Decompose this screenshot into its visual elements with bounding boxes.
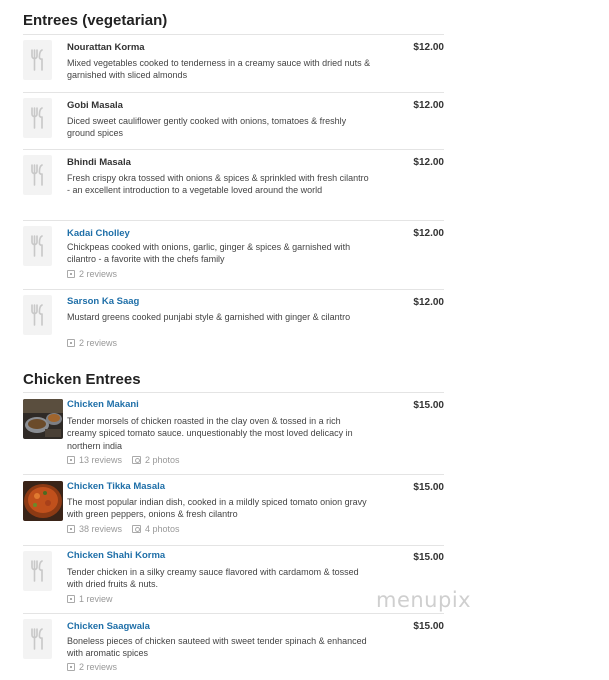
- item-name-link[interactable]: Chicken Shahi Korma: [67, 550, 165, 561]
- photos-link[interactable]: 4 photos: [132, 524, 180, 534]
- divider: [23, 289, 444, 290]
- item-price: $12.00: [413, 42, 444, 53]
- dish-photo[interactable]: [23, 399, 63, 439]
- item-price: $12.00: [413, 297, 444, 308]
- item-price: $15.00: [413, 621, 444, 632]
- watermark-logo: menupix: [376, 588, 472, 612]
- item-description: The most popular indian dish, cooked in …: [67, 497, 367, 520]
- divider: [23, 220, 444, 221]
- divider: [23, 613, 444, 614]
- item-description: Boneless pieces of chicken sauteed with …: [67, 636, 367, 659]
- item-description: Mixed vegetables cooked to tenderness in…: [67, 58, 371, 81]
- item-description: Tender chicken in a silky creamy sauce f…: [67, 567, 359, 590]
- photos-link[interactable]: 2 photos: [132, 455, 180, 465]
- menu-item: Chicken Makani $15.00 Tender morsels of …: [23, 392, 444, 474]
- fork-knife-icon: [23, 295, 52, 335]
- item-price: $12.00: [413, 157, 444, 168]
- reviews-count: 38 reviews: [79, 524, 123, 534]
- item-name: Nourattan Korma: [67, 42, 145, 53]
- review-icon: [67, 339, 75, 347]
- photos-count: 2 photos: [145, 455, 180, 465]
- divider: [23, 92, 444, 93]
- review-icon: [67, 456, 75, 464]
- review-icon: [67, 663, 75, 671]
- menu-item: Nourattan Korma $12.00 Mixed vegetables …: [23, 34, 444, 92]
- item-name-link[interactable]: Chicken Makani: [67, 399, 139, 410]
- menu-item: Bhindi Masala $12.00 Fresh crispy okra t…: [23, 149, 444, 220]
- item-name: Bhindi Masala: [67, 157, 131, 168]
- divider: [23, 34, 444, 35]
- item-price: $15.00: [413, 482, 444, 493]
- fork-knife-icon: [23, 551, 52, 591]
- item-description: Chickpeas cooked with onions, garlic, gi…: [67, 242, 351, 265]
- reviews-count: 2 reviews: [79, 338, 118, 348]
- menu-item: Kadai Cholley $12.00 Chickpeas cooked wi…: [23, 220, 444, 289]
- item-description: Mustard greens cooked punjabi style & ga…: [67, 312, 351, 322]
- item-price: $12.00: [413, 100, 444, 111]
- divider: [23, 392, 444, 393]
- item-name-link[interactable]: Kadai Cholley: [67, 228, 130, 239]
- review-icon: [67, 595, 75, 603]
- item-meta: 2 reviews: [67, 338, 117, 348]
- reviews-count: 13 reviews: [79, 455, 123, 465]
- fork-knife-icon: [23, 98, 52, 138]
- divider: [23, 149, 444, 150]
- item-meta: 2 reviews: [67, 269, 117, 279]
- review-icon: [67, 525, 75, 533]
- item-name-link[interactable]: Chicken Saagwala: [67, 621, 150, 632]
- menu-item: Chicken Tikka Masala $15.00 The most pop…: [23, 474, 444, 545]
- menu-item: Sarson Ka Saag $12.00 Mustard greens coo…: [23, 289, 444, 357]
- reviews-link[interactable]: 1 review: [67, 594, 113, 604]
- item-meta: 38 reviews 4 photos: [67, 524, 180, 534]
- reviews-count: 2 reviews: [79, 269, 118, 279]
- reviews-link[interactable]: 2 reviews: [67, 269, 117, 279]
- item-description: Diced sweet cauliflower gently cooked wi…: [67, 116, 347, 139]
- photos-count: 4 photos: [145, 524, 180, 534]
- item-meta: 1 review: [67, 594, 113, 604]
- reviews-link[interactable]: 13 reviews: [67, 455, 122, 465]
- section-title-chicken: Chicken Entrees: [23, 371, 141, 388]
- fork-knife-icon: [23, 619, 52, 659]
- item-description: Tender morsels of chicken roasted in the…: [67, 416, 353, 451]
- camera-icon: [132, 525, 142, 533]
- reviews-link[interactable]: 2 reviews: [67, 662, 117, 672]
- item-price: $15.00: [413, 400, 444, 411]
- divider: [23, 545, 444, 546]
- section-title-vegetarian: Entrees (vegetarian): [23, 12, 168, 29]
- divider: [23, 474, 444, 475]
- item-name-link[interactable]: Sarson Ka Saag: [67, 296, 139, 307]
- fork-knife-icon: [23, 40, 52, 80]
- reviews-link[interactable]: 38 reviews: [67, 524, 122, 534]
- item-price: $12.00: [413, 228, 444, 239]
- item-name: Gobi Masala: [67, 100, 123, 111]
- camera-icon: [132, 456, 142, 464]
- fork-knife-icon: [23, 155, 52, 195]
- reviews-link[interactable]: 2 reviews: [67, 338, 117, 348]
- menu-item: Gobi Masala $12.00 Diced sweet cauliflow…: [23, 92, 444, 149]
- menu-item: Chicken Saagwala $15.00 Boneless pieces …: [23, 613, 444, 680]
- item-price: $15.00: [413, 552, 444, 563]
- item-meta: 13 reviews 2 photos: [67, 455, 180, 465]
- review-icon: [67, 270, 75, 278]
- item-name-link[interactable]: Chicken Tikka Masala: [67, 481, 165, 492]
- item-meta: 2 reviews: [67, 662, 117, 672]
- reviews-count: 1 review: [79, 594, 113, 604]
- item-description: Fresh crispy okra tossed with onions & s…: [67, 173, 369, 196]
- reviews-count: 2 reviews: [79, 662, 118, 672]
- fork-knife-icon: [23, 226, 52, 266]
- dish-photo[interactable]: [23, 481, 63, 521]
